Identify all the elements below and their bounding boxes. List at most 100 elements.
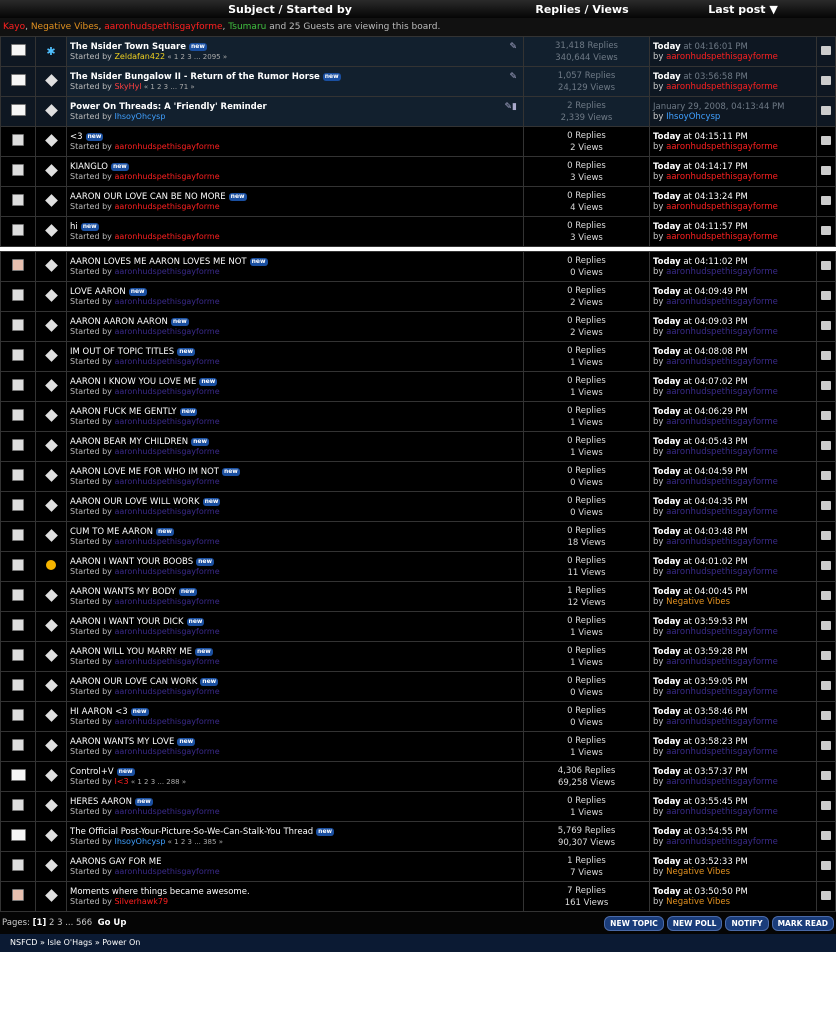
- author-link[interactable]: aaronhudspethisgayforme: [114, 447, 219, 456]
- topic-title[interactable]: hi: [70, 222, 78, 232]
- topic-title[interactable]: AARON LOVES ME AARON LOVES ME NOT: [70, 257, 247, 267]
- last-post-author[interactable]: aaronhudspethisgayforme: [666, 297, 778, 307]
- topic-title[interactable]: The Nsider Bungalow II - Return of the R…: [70, 72, 320, 82]
- last-post-time[interactable]: at 04:09:49 PM: [683, 287, 748, 297]
- last-post-time[interactable]: at 04:14:17 PM: [683, 162, 748, 172]
- new-badge[interactable]: new: [200, 677, 219, 686]
- last-post-time[interactable]: at 03:57:37 PM: [683, 767, 748, 777]
- new-badge[interactable]: new: [110, 162, 129, 171]
- new-badge[interactable]: new: [186, 617, 205, 626]
- topic-title[interactable]: AARON OUR LOVE CAN BE NO MORE: [70, 192, 226, 202]
- author-link[interactable]: aaronhudspethisgayforme: [114, 507, 219, 516]
- last-post-time[interactable]: at 04:07:02 PM: [683, 377, 748, 387]
- last-post-time[interactable]: at 03:54:55 PM: [683, 827, 748, 837]
- last-post-icon[interactable]: [821, 225, 831, 235]
- author-link[interactable]: aaronhudspethisgayforme: [114, 387, 219, 396]
- new-badge[interactable]: new: [196, 557, 215, 566]
- new-badge[interactable]: new: [202, 497, 221, 506]
- topic-title[interactable]: AARON BEAR MY CHILDREN: [70, 437, 188, 447]
- last-post-author[interactable]: aaronhudspethisgayforme: [666, 807, 778, 817]
- new-badge[interactable]: new: [178, 587, 197, 596]
- topic-title[interactable]: The Official Post-Your-Picture-So-We-Can…: [70, 827, 313, 837]
- subject-column-header[interactable]: Subject / Started by: [66, 3, 514, 16]
- last-post-icon[interactable]: [821, 740, 831, 750]
- last-post-author[interactable]: aaronhudspethisgayforme: [666, 567, 778, 577]
- new-badge[interactable]: new: [199, 377, 218, 386]
- other-pages-link[interactable]: 2 3 ... 566: [49, 918, 92, 928]
- last-post-time[interactable]: at 04:04:59 PM: [683, 467, 748, 477]
- page-links[interactable]: « 1 2 3 ... 385 »: [165, 838, 223, 846]
- last-post-author[interactable]: aaronhudspethisgayforme: [666, 417, 778, 427]
- new-badge[interactable]: new: [177, 347, 196, 356]
- author-link[interactable]: IhsoyOhcysp: [114, 112, 165, 121]
- topic-title[interactable]: AARON FUCK ME GENTLY: [70, 407, 177, 417]
- topic-title[interactable]: AARON I WANT YOUR BOOBS: [70, 557, 193, 567]
- last-post-icon[interactable]: [821, 410, 831, 420]
- last-post-time[interactable]: at 03:50:50 PM: [683, 887, 748, 897]
- viewer-name[interactable]: Tsumaru: [228, 22, 266, 32]
- last-post-icon[interactable]: [821, 650, 831, 660]
- last-post-icon[interactable]: [821, 320, 831, 330]
- topic-title[interactable]: HI AARON <3: [70, 707, 128, 717]
- new-badge[interactable]: new: [322, 72, 341, 81]
- replies-column-header[interactable]: Replies / Views: [514, 3, 650, 16]
- breadcrumb-item[interactable]: Power On: [102, 938, 140, 947]
- author-link[interactable]: aaronhudspethisgayforme: [114, 172, 219, 181]
- topic-title[interactable]: KIANGLO: [70, 162, 108, 172]
- author-link[interactable]: aaronhudspethisgayforme: [114, 202, 219, 211]
- new-badge[interactable]: new: [316, 827, 335, 836]
- last-post-icon[interactable]: [821, 165, 831, 175]
- last-post-icon[interactable]: [821, 860, 831, 870]
- last-post-time[interactable]: at 04:00:45 PM: [683, 587, 748, 597]
- last-post-time[interactable]: at 04:09:03 PM: [683, 317, 748, 327]
- topic-title[interactable]: AARON OUR LOVE CAN WORK: [70, 677, 197, 687]
- new-badge[interactable]: new: [177, 737, 196, 746]
- last-post-time[interactable]: at 04:04:35 PM: [683, 497, 748, 507]
- new-badge[interactable]: new: [221, 467, 240, 476]
- last-post-icon[interactable]: [821, 440, 831, 450]
- author-link[interactable]: aaronhudspethisgayforme: [114, 327, 219, 336]
- last-post-author[interactable]: aaronhudspethisgayforme: [666, 82, 778, 92]
- new-topic-button[interactable]: NEW TOPIC: [604, 915, 664, 931]
- last-post-time[interactable]: at 03:58:46 PM: [683, 707, 748, 717]
- author-link[interactable]: aaronhudspethisgayforme: [114, 807, 219, 816]
- new-poll-button[interactable]: NEW POLL: [666, 915, 723, 931]
- new-badge[interactable]: new: [116, 767, 135, 776]
- author-link[interactable]: aaronhudspethisgayforme: [114, 597, 219, 606]
- notify-button[interactable]: NOTIFY: [725, 915, 769, 931]
- last-post-time[interactable]: at 04:11:57 PM: [683, 222, 748, 232]
- last-post-time[interactable]: at 04:11:02 PM: [683, 257, 748, 267]
- new-badge[interactable]: new: [191, 437, 210, 446]
- last-post-author[interactable]: aaronhudspethisgayforme: [666, 477, 778, 487]
- mark-read-button[interactable]: MARK READ: [771, 915, 834, 931]
- topic-title[interactable]: AARON LOVE ME FOR WHO IM NOT: [70, 467, 219, 477]
- last-post-time[interactable]: at 04:03:48 PM: [683, 527, 748, 537]
- author-link[interactable]: aaronhudspethisgayforme: [114, 657, 219, 666]
- topic-title[interactable]: AARON OUR LOVE WILL WORK: [70, 497, 200, 507]
- author-link[interactable]: Zeldafan422: [114, 52, 165, 61]
- last-post-time[interactable]: at 04:01:02 PM: [683, 557, 748, 567]
- author-link[interactable]: I<3: [114, 777, 128, 786]
- author-link[interactable]: aaronhudspethisgayforme: [114, 477, 219, 486]
- new-badge[interactable]: new: [170, 317, 189, 326]
- last-post-author[interactable]: aaronhudspethisgayforme: [666, 172, 778, 182]
- author-link[interactable]: aaronhudspethisgayforme: [114, 267, 219, 276]
- author-link[interactable]: aaronhudspethisgayforme: [114, 417, 219, 426]
- last-post-icon[interactable]: [821, 530, 831, 540]
- last-post-author[interactable]: aaronhudspethisgayforme: [666, 717, 778, 727]
- topic-title[interactable]: AARONS GAY FOR ME: [70, 857, 161, 867]
- new-badge[interactable]: new: [179, 407, 198, 416]
- topic-title[interactable]: AARON AARON AARON: [70, 317, 168, 327]
- author-link[interactable]: aaronhudspethisgayforme: [114, 142, 219, 151]
- last-post-time[interactable]: at 03:59:53 PM: [683, 617, 748, 627]
- last-post-time[interactable]: at 04:06:29 PM: [683, 407, 748, 417]
- new-badge[interactable]: new: [128, 287, 147, 296]
- page-links[interactable]: « 1 2 3 ... 2095 »: [165, 53, 227, 61]
- last-post-icon[interactable]: [821, 470, 831, 480]
- topic-title[interactable]: LOVE AARON: [70, 287, 126, 297]
- author-link[interactable]: aaronhudspethisgayforme: [114, 867, 219, 876]
- last-post-icon[interactable]: [821, 75, 831, 85]
- new-badge[interactable]: new: [249, 257, 268, 266]
- last-post-author[interactable]: Negative Vibes: [666, 597, 730, 607]
- last-post-time[interactable]: at 03:58:23 PM: [683, 737, 748, 747]
